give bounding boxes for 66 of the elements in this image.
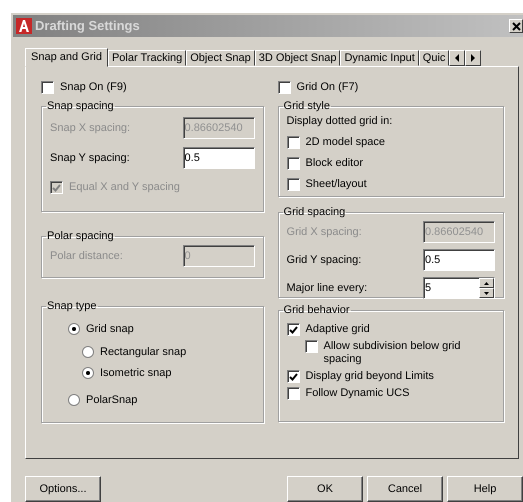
- checkbox[interactable]: [286, 156, 300, 170]
- tab[interactable]: Dynamic Input: [340, 50, 419, 66]
- input-field[interactable]: 0.5: [182, 147, 255, 169]
- checkbox[interactable]: [286, 370, 300, 383]
- left-arrow-icon: [454, 54, 460, 62]
- field-label: Grid X spacing:: [286, 224, 362, 240]
- tab[interactable]: Polar Tracking: [108, 50, 186, 66]
- field-label: Snap X spacing:: [50, 120, 130, 136]
- group-title: Grid style: [282, 100, 331, 113]
- checkbox[interactable]: [286, 323, 300, 336]
- checkbox-label[interactable]: Display grid beyond Limits: [306, 370, 434, 383]
- tab-scroll-left-button[interactable]: [449, 50, 466, 66]
- tab-scroll-right-button[interactable]: [465, 50, 482, 66]
- radio-button[interactable]: [68, 323, 80, 335]
- checkbox[interactable]: [286, 387, 300, 400]
- checkbox[interactable]: [286, 136, 300, 148]
- field-label: Polar distance:: [50, 248, 123, 264]
- radio-button[interactable]: [68, 394, 80, 406]
- checkbox-label[interactable]: Allow subdivision below grid spacing: [324, 340, 474, 366]
- group-title: Grid spacing: [282, 206, 346, 219]
- field-label: Major line every:: [286, 280, 368, 296]
- radio-button[interactable]: [82, 346, 94, 358]
- tab[interactable]: 3D Object Snap: [254, 50, 340, 66]
- checkbox[interactable]: [286, 178, 300, 190]
- group-title: Snap spacing: [46, 100, 115, 113]
- radio-label[interactable]: Grid snap: [86, 323, 134, 336]
- up-arrow-icon: [484, 282, 489, 284]
- spin-down-button[interactable]: [479, 288, 494, 298]
- checkbox-label[interactable]: Block editor: [306, 156, 363, 170]
- radio-label[interactable]: Rectangular snap: [100, 346, 186, 359]
- field-label: Grid Y spacing:: [286, 252, 362, 268]
- spin-up-button[interactable]: [479, 278, 494, 288]
- input-field[interactable]: 0.5: [423, 249, 495, 271]
- dialog-button[interactable]: OK: [287, 476, 363, 502]
- checkbox-label[interactable]: Sheet/layout: [306, 178, 367, 190]
- group-title: Grid behavior: [282, 304, 351, 317]
- checkbox-label[interactable]: Snap On (F9): [60, 81, 127, 94]
- group-title: Snap type: [46, 300, 98, 313]
- dialog-button[interactable]: Help: [447, 476, 523, 502]
- radio-label[interactable]: PolarSnap: [86, 394, 138, 407]
- dialog-button[interactable]: Cancel: [367, 476, 443, 502]
- checkbox-label[interactable]: Adaptive grid: [306, 323, 370, 336]
- close-icon: [512, 22, 520, 30]
- checkbox[interactable]: [304, 340, 318, 353]
- checkbox[interactable]: [278, 81, 291, 94]
- right-arrow-icon: [470, 54, 476, 62]
- caption-text: Display dotted grid in:: [286, 114, 394, 129]
- check-icon: [52, 184, 61, 192]
- check-icon: [288, 326, 298, 334]
- tab[interactable]: Quic: [418, 50, 450, 66]
- checkbox-label[interactable]: 2D model space: [306, 136, 386, 148]
- tab[interactable]: Snap and Grid: [25, 48, 108, 67]
- radio-label[interactable]: Isometric snap: [100, 367, 172, 380]
- window-title: Drafting Settings: [35, 17, 140, 36]
- field-label: Snap Y spacing:: [50, 150, 130, 166]
- checkbox-label[interactable]: Grid On (F7): [296, 81, 358, 94]
- radio-button[interactable]: [82, 367, 94, 379]
- app-logo-icon: [16, 18, 32, 34]
- check-icon: [288, 372, 298, 380]
- group-title: Polar spacing: [46, 230, 115, 243]
- down-arrow-icon: [484, 292, 489, 294]
- tab[interactable]: Object Snap: [186, 50, 255, 66]
- close-button[interactable]: [509, 19, 523, 33]
- dialog-button[interactable]: Options...: [25, 476, 101, 502]
- checkbox-label[interactable]: Follow Dynamic UCS: [306, 387, 410, 400]
- checkbox[interactable]: [41, 81, 54, 94]
